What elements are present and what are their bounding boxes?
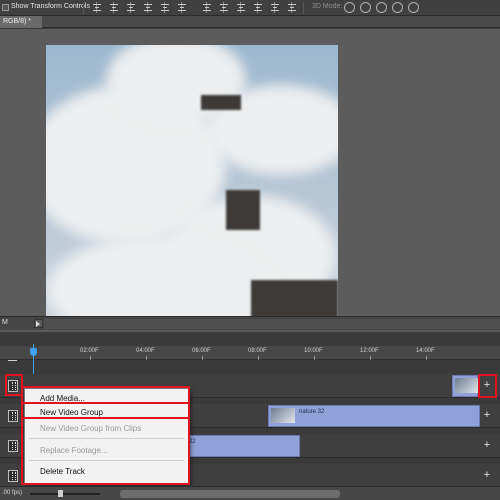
- ruler-tick: [426, 356, 427, 360]
- highlight-box: [478, 374, 497, 398]
- highlight-box: [21, 417, 190, 485]
- rotate-3d-icon[interactable]: [344, 2, 355, 13]
- pan-3d-icon[interactable]: [376, 2, 387, 13]
- slide-3d-icon[interactable]: [392, 2, 403, 13]
- status-scroll[interactable]: [44, 319, 500, 329]
- align-bottom-icon[interactable]: [126, 2, 136, 13]
- fps-label: .00 fps): [2, 490, 23, 496]
- rock: [226, 190, 260, 230]
- align-vcenter-icon[interactable]: [109, 2, 119, 13]
- timeline-bottom-bar: .00 fps): [0, 486, 500, 500]
- clip-name: 22: [189, 439, 196, 445]
- separator: [83, 2, 84, 14]
- document-tab-bar: RGB/8) *: [0, 16, 500, 28]
- distribute-bottom-icon[interactable]: [236, 2, 246, 13]
- video-frame-preview: [46, 45, 338, 337]
- ruler-tick: [146, 356, 147, 360]
- clip[interactable]: [452, 375, 479, 397]
- canvas-area: [0, 29, 500, 337]
- clip[interactable]: 22: [182, 435, 300, 457]
- clip-thumbnail: [271, 408, 295, 423]
- timeline-ruler: 02:00F 04:00F 06:00F 08:00F 10:00F 12:00F 14:0…: [0, 346, 500, 360]
- film-track-icon[interactable]: [8, 410, 18, 422]
- separator: [303, 2, 304, 14]
- film-track-icon[interactable]: [8, 440, 18, 452]
- document-tab[interactable]: RGB/8) *: [0, 16, 42, 28]
- clip-nature-32[interactable]: nature 32: [268, 405, 480, 427]
- ruler-tick: [258, 356, 259, 360]
- add-media-button[interactable]: +: [482, 439, 492, 451]
- options-bar: Show Transform Controls 3D Mode:: [0, 0, 500, 16]
- timeline-scrollbar[interactable]: [120, 490, 340, 498]
- clip-name: nature 32: [299, 409, 325, 415]
- align-left-icon[interactable]: [143, 2, 153, 13]
- distribute-right-icon[interactable]: [287, 2, 297, 13]
- ruler-tick: [202, 356, 203, 360]
- ruler-label: 14:00F: [416, 348, 435, 354]
- ruler-label: 08:00F: [248, 348, 267, 354]
- add-media-button[interactable]: +: [482, 409, 492, 421]
- status-bar: M: [0, 316, 500, 330]
- distribute-left-icon[interactable]: [253, 2, 263, 13]
- show-transform-label: Show Transform Controls: [11, 3, 90, 10]
- 3d-mode-label: 3D Mode:: [312, 3, 343, 10]
- play-arrow-icon: [36, 321, 40, 327]
- align-top-icon[interactable]: [92, 2, 102, 13]
- ruler-label: 02:00F: [80, 348, 99, 354]
- show-transform-checkbox[interactable]: [2, 4, 9, 11]
- ruler-label: 10:00F: [304, 348, 323, 354]
- align-hcenter-icon[interactable]: [160, 2, 170, 13]
- distribute-hcenter-icon[interactable]: [270, 2, 280, 13]
- zoom-slider-thumb[interactable]: [58, 490, 63, 497]
- rock: [201, 95, 241, 110]
- align-right-icon[interactable]: [177, 2, 187, 13]
- add-media-button[interactable]: +: [482, 469, 492, 481]
- ruler-label: 06:00F: [192, 348, 211, 354]
- roll-3d-icon[interactable]: [360, 2, 371, 13]
- distribute-top-icon[interactable]: [202, 2, 212, 13]
- scale-3d-icon[interactable]: [408, 2, 419, 13]
- clip-thumbnail: [455, 378, 479, 393]
- ruler-tick: [314, 356, 315, 360]
- distribute-vcenter-icon[interactable]: [219, 2, 229, 13]
- zoom-slider[interactable]: [30, 493, 100, 495]
- status-menu-letter: M: [2, 319, 8, 326]
- ruler-tick: [90, 356, 91, 360]
- ruler-label: 04:00F: [136, 348, 155, 354]
- ruler-label: 12:00F: [360, 348, 379, 354]
- ruler-tick: [370, 356, 371, 360]
- playhead-handle[interactable]: [30, 348, 37, 356]
- film-track-icon[interactable]: [8, 470, 18, 482]
